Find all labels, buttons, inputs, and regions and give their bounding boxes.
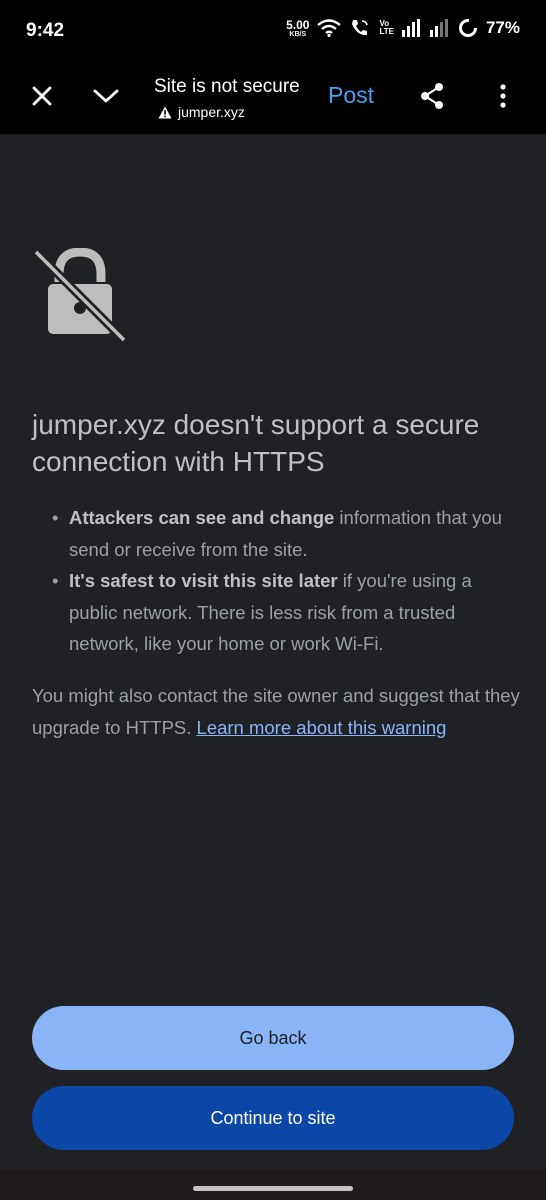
more-vert-icon [500,84,506,108]
volte-bottom: LTE [379,27,394,36]
wifi-icon [317,19,342,37]
contact-owner-paragraph: You might also contact the site owner an… [32,680,522,744]
navigation-bar [0,1170,546,1200]
close-button[interactable] [18,72,66,120]
bullet-item: Attackers can see and change information… [52,502,522,565]
collapse-button[interactable] [82,72,130,120]
battery-percent: 77% [485,18,520,37]
go-back-button[interactable]: Go back [32,1006,514,1070]
bullet-bold: It's safest to visit this site later [69,570,338,591]
status-time: 9:42 [26,20,65,41]
net-speed: 5.00 KB/S [286,19,309,38]
page-title: Site is not secure [154,76,300,97]
continue-to-site-button[interactable]: Continue to site [32,1086,514,1150]
close-icon [32,86,52,106]
battery-ring-icon [458,19,477,37]
signal-icon-2 [429,19,448,37]
post-link[interactable]: Post [328,82,374,109]
bullet-bold: Attackers can see and change [69,507,335,528]
page-info[interactable]: Site is not secure jumper.xyz [154,76,300,120]
broken-lock-icon [34,248,126,342]
url-row: jumper.xyz [154,104,300,120]
net-speed-value: 5.00 [286,17,310,32]
share-button[interactable] [408,72,456,120]
wifi-calling-icon [352,20,369,36]
page-url: jumper.xyz [178,104,245,120]
share-icon [421,83,443,109]
warning-bullets: Attackers can see and change information… [52,502,522,660]
warning-icon [158,106,172,118]
learn-more-link[interactable]: Learn more about this warning [197,717,447,738]
chevron-down-icon [93,89,119,103]
bullet-item: It's safest to visit this site later if … [52,565,522,660]
warning-heading: jumper.xyz doesn't support a secure conn… [32,409,480,477]
signal-icon [401,19,420,37]
net-speed-unit: KB/S [289,30,307,38]
volte-indicator: Vo LTE [379,20,394,36]
status-icons: 5.00 KB/S Vo LTE 77% [286,18,520,38]
gesture-handle[interactable] [193,1186,353,1191]
more-options-button[interactable] [479,72,527,120]
top-bar: 9:42 5.00 KB/S Vo LTE 77% Site is not se… [0,0,546,134]
